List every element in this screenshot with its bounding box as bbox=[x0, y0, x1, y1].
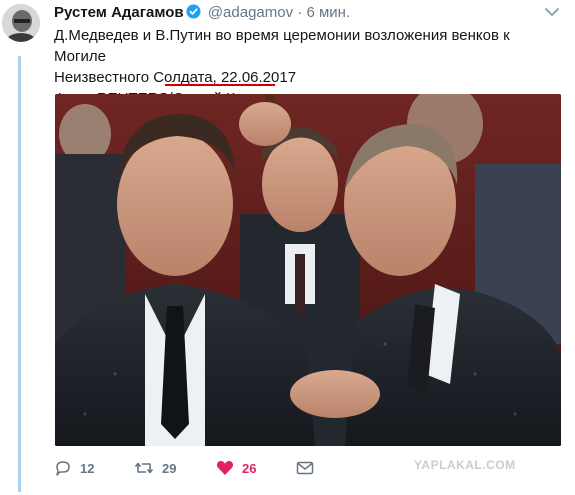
header-separator: · bbox=[297, 4, 303, 21]
heart-icon bbox=[216, 460, 234, 475]
author-handle[interactable]: @adagamov bbox=[208, 4, 293, 21]
reply-count: 12 bbox=[80, 460, 95, 476]
tweet-text-line: Д.Медведев и В.Путин во время церемонии … bbox=[54, 27, 510, 65]
author-name[interactable]: Рустем Адагамов bbox=[54, 4, 184, 21]
retweet-count: 29 bbox=[162, 460, 177, 476]
chevron-down-icon[interactable] bbox=[544, 6, 560, 18]
direct-message-button[interactable] bbox=[296, 458, 314, 478]
like-button[interactable]: 26 bbox=[216, 458, 256, 478]
direct-message-icon bbox=[296, 461, 314, 475]
tweet-photo[interactable] bbox=[55, 94, 561, 446]
tweet-header: Рустем Адагамов @adagamov · 6 мин. bbox=[54, 4, 350, 22]
like-count: 26 bbox=[242, 460, 257, 476]
watermark: YAPLAKAL.COM bbox=[414, 458, 516, 472]
reply-icon bbox=[56, 461, 70, 476]
retweet-button[interactable]: 29 bbox=[134, 458, 176, 478]
reply-button[interactable]: 12 bbox=[54, 458, 94, 478]
tweet: Рустем Адагамов @adagamov · 6 мин. Д.Мед… bbox=[0, 0, 575, 495]
credit-underline bbox=[165, 84, 275, 86]
verified-badge-icon bbox=[186, 4, 201, 19]
retweet-icon bbox=[134, 462, 154, 474]
thread-line bbox=[18, 56, 21, 492]
tweet-text-line: Неизвестного Солдата, 22.06.2017 bbox=[54, 69, 297, 86]
tweet-time[interactable]: 6 мин. bbox=[306, 4, 350, 21]
avatar[interactable] bbox=[2, 4, 40, 42]
